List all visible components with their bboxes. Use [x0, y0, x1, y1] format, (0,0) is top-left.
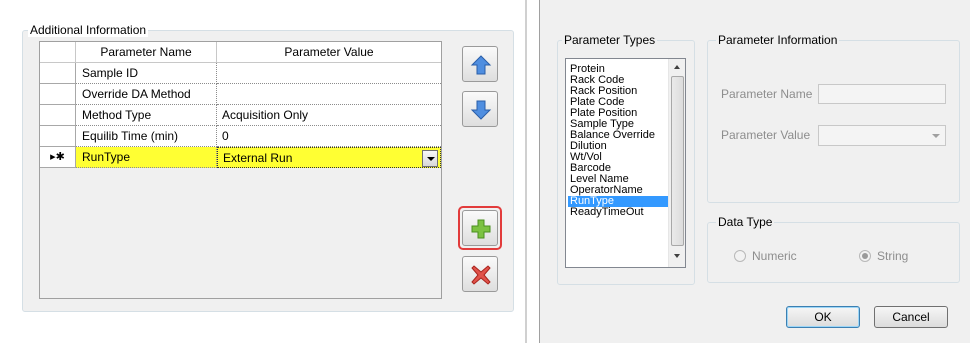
- string-label: String: [877, 249, 909, 263]
- string-radio-option[interactable]: String: [859, 248, 949, 264]
- string-radio[interactable]: [859, 250, 871, 262]
- scrollbar-thumb[interactable]: [671, 76, 684, 246]
- remove-parameter-button[interactable]: [462, 256, 498, 292]
- chevron-down-icon: [932, 134, 940, 138]
- row-equilib-time-value[interactable]: 0: [217, 126, 441, 147]
- row-header[interactable]: [40, 63, 76, 84]
- row-runtype-name[interactable]: RunType: [76, 147, 217, 168]
- row-header[interactable]: [40, 105, 76, 126]
- parameter-value-dropdown[interactable]: [818, 125, 946, 146]
- row-sample-id-value[interactable]: [217, 63, 441, 84]
- numeric-radio[interactable]: [734, 250, 746, 262]
- arrow-up-icon: [470, 55, 492, 75]
- parameter-information-group: [707, 40, 960, 203]
- additional-info-title: Additional Information: [28, 23, 149, 37]
- row-method-type-name[interactable]: Method Type: [76, 105, 217, 126]
- scroll-up-icon[interactable]: [674, 65, 680, 69]
- column-header-parameter-value[interactable]: Parameter Value: [217, 42, 441, 63]
- row-header[interactable]: [40, 84, 76, 105]
- parameter-name-label: Parameter Name: [721, 87, 813, 101]
- red-x-icon: [471, 265, 491, 285]
- grid-corner-header: [40, 42, 76, 63]
- plus-icon: [471, 219, 491, 239]
- list-scrollbar[interactable]: [668, 59, 685, 267]
- scroll-down-icon[interactable]: [674, 254, 680, 258]
- arrow-down-icon: [470, 100, 492, 120]
- row-override-da-method-name[interactable]: Override DA Method: [76, 84, 217, 105]
- parameter-types-list[interactable]: Protein Rack Code Rack Position Plate Co…: [565, 58, 686, 268]
- add-parameter-button[interactable]: [462, 210, 498, 246]
- parameter-name-input[interactable]: [818, 84, 946, 104]
- column-header-parameter-name[interactable]: Parameter Name: [76, 42, 217, 63]
- row-equilib-time-name[interactable]: Equilib Time (min): [76, 126, 217, 147]
- row-sample-id-name[interactable]: Sample ID: [76, 63, 217, 84]
- move-down-button[interactable]: [462, 91, 498, 127]
- new-row-indicator[interactable]: ▸✱: [40, 147, 76, 168]
- parameter-information-title: Parameter Information: [716, 33, 840, 47]
- list-item[interactable]: ReadyTimeOut: [568, 207, 668, 218]
- cancel-button[interactable]: Cancel: [874, 306, 948, 328]
- panel-divider: [525, 0, 527, 343]
- row-override-da-method-value[interactable]: [217, 84, 441, 105]
- numeric-radio-option[interactable]: Numeric: [734, 248, 824, 264]
- row-runtype-value-combo[interactable]: External Run: [217, 147, 441, 168]
- row-method-type-value[interactable]: Acquisition Only: [217, 105, 441, 126]
- numeric-label: Numeric: [752, 249, 797, 263]
- chevron-down-icon[interactable]: [422, 150, 438, 167]
- move-up-button[interactable]: [462, 46, 498, 82]
- row-runtype-value: External Run: [223, 151, 293, 165]
- parameter-value-label: Parameter Value: [721, 128, 811, 142]
- ok-button[interactable]: OK: [786, 306, 860, 328]
- parameter-types-title: Parameter Types: [562, 33, 658, 47]
- row-header[interactable]: [40, 126, 76, 147]
- data-type-title: Data Type: [716, 215, 775, 229]
- parameters-grid[interactable]: Parameter Name Parameter Value Sample ID…: [39, 41, 442, 299]
